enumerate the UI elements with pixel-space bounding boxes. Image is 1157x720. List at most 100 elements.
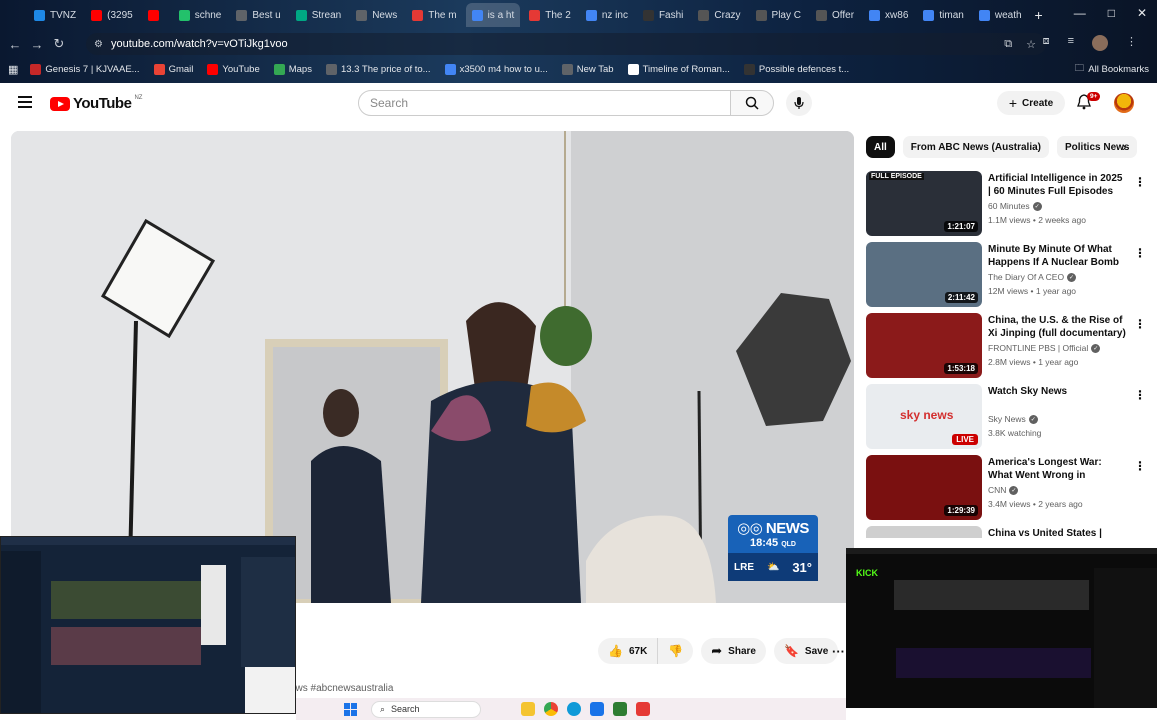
more-options-icon[interactable]: ⋮ [1134,246,1146,260]
bookmark-item[interactable]: Genesis 7 | KJVAAE... [30,63,140,75]
bookmark-star-icon[interactable]: ☆ [1026,38,1036,51]
all-bookmarks-button[interactable]: 🗀 All Bookmarks [1075,61,1149,77]
bookmark-item[interactable]: 13.3 The price of to... [325,63,431,75]
browser-tab[interactable] [142,3,170,27]
dislike-button[interactable]: 👎 [658,638,693,664]
voice-search-button[interactable] [786,90,812,116]
video-title[interactable]: China, the U.S. & the Rise of Xi Jinping… [988,314,1128,341]
profile-avatar[interactable] [1092,35,1108,51]
share-button[interactable]: ➦ Share [701,638,766,664]
chevron-right-icon[interactable]: › [1122,139,1126,154]
new-tab-button[interactable]: + [1035,7,1043,23]
back-button[interactable]: ← [4,37,26,52]
address-bar[interactable]: ⚙ youtube.com/watch?v=vOTiJkg1voo ⧉ ☆ [86,33,1046,55]
browser-tab[interactable]: nz inc [580,3,634,27]
browser-tab[interactable]: News [350,3,403,27]
channel-name[interactable]: CNN ✓ [988,485,1019,495]
browser-tab[interactable]: Offer [810,3,860,27]
video-title[interactable]: China vs United States | Behind [988,527,1128,538]
bookmark-item[interactable]: Maps [273,63,312,75]
browser-tab[interactable]: Fashi [637,3,689,27]
video-title[interactable]: Watch Sky News [988,385,1128,398]
channel-name[interactable]: FRONTLINE PBS | Official ✓ [988,343,1101,353]
recommended-video[interactable]: China vs United States | Behind [866,526,1151,538]
more-actions-button[interactable]: ··· [832,644,845,659]
search-input[interactable]: Search [358,90,731,116]
filter-chip[interactable]: From ABC News (Australia) [902,136,1049,158]
chrome-menu-icon[interactable]: ⋮ [1126,35,1137,51]
browser-tab[interactable]: (3295 [85,3,139,27]
mail-icon[interactable] [613,702,627,716]
like-button[interactable]: 👍 67K [598,638,659,664]
video-thumbnail[interactable]: 2:11:42 [866,242,982,307]
video-title[interactable]: Artificial Intelligence in 2025 | 60 Min… [988,172,1128,198]
channel-name[interactable]: Sky News ✓ [988,414,1038,424]
browser-tab[interactable]: The 2 [523,3,577,27]
edge-icon[interactable] [567,702,581,716]
casino-stream-overlay[interactable] [0,536,296,714]
video-thumbnail[interactable]: 1:53:18 [866,313,982,378]
taskbar-search[interactable]: ⌕ Search [371,700,481,718]
forward-button[interactable]: → [26,37,48,52]
recommended-video[interactable]: 2:11:42 Minute By Minute Of What Happens … [866,242,1151,308]
video-thumbnail[interactable]: sky news LIVE [866,384,982,449]
store-icon[interactable] [590,702,604,716]
recommended-video[interactable]: 1:53:18 China, the U.S. & the Rise of Xi … [866,313,1151,379]
browser-tab[interactable]: weath [973,3,1028,27]
browser-tab[interactable]: Best u [230,3,286,27]
search-button[interactable] [730,90,774,116]
extensions-icon[interactable]: ⧈ [1043,35,1050,51]
browser-tab[interactable]: xw86 [863,3,914,27]
video-description-hashtag[interactable]: ews #abcnewsaustralia [290,683,393,694]
apps-grid-icon[interactable]: ▦ [8,63,18,76]
browser-tab[interactable]: timan [917,3,969,27]
menu-icon[interactable] [18,96,32,108]
reload-button[interactable]: ↻ [48,36,70,52]
bookmark-item[interactable]: Gmail [153,63,193,75]
install-app-icon[interactable]: ⧉ [1004,38,1012,51]
bookmark-item[interactable]: x3500 m4 how to u... [444,63,548,75]
more-options-icon[interactable]: ⋮ [1134,175,1146,189]
filter-chip[interactable]: All [866,136,895,158]
video-thumbnail[interactable]: 1:29:39 [866,455,982,520]
file-explorer-icon[interactable] [521,702,535,716]
create-button[interactable]: + Create [997,91,1065,115]
video-title[interactable]: America's Longest War: What Went Wrong i… [988,456,1128,483]
video-player[interactable]: ◎◎ NEWS 18:45 QLD LRE ⛅ 31° [11,131,854,603]
bookmark-item[interactable]: YouTube [207,63,260,75]
recommended-video[interactable]: sky news LIVE Watch Sky News Sky News ✓ 3.8K … [866,384,1151,450]
youtube-logo[interactable]: YouTube NZ [50,95,142,112]
bookmark-item[interactable]: Timeline of Roman... [627,63,730,75]
recommended-video[interactable]: 1:29:39 America's Longest War: What Went … [866,455,1151,521]
bookmark-item[interactable]: Possible defences t... [743,63,849,75]
bookmark-item[interactable]: New Tab [561,63,614,75]
browser-tab[interactable]: Crazy [692,3,746,27]
video-title[interactable]: Minute By Minute Of What Happens If A Nu… [988,243,1128,270]
browser-tab[interactable]: TVNZ [28,3,82,27]
save-button[interactable]: 🔖 Save [773,638,839,664]
windows-taskbar: ⌕ Search [296,698,846,720]
windows-start-icon[interactable] [344,702,357,716]
channel-name[interactable]: 60 Minutes ✓ [988,201,1042,211]
maximize-button[interactable]: □ [1108,6,1115,20]
app-icon[interactable] [636,702,650,716]
video-thumbnail[interactable]: FULL EPISODE 1:21:07 [866,171,982,236]
close-window-button[interactable]: ✕ [1137,6,1147,20]
more-options-icon[interactable]: ⋮ [1134,388,1146,402]
kick-stream-overlay[interactable]: KICK [846,548,1157,708]
profile-icon[interactable]: ≡ [1068,35,1074,51]
user-avatar[interactable] [1114,93,1134,113]
more-options-icon[interactable]: ⋮ [1134,317,1146,331]
video-thumbnail[interactable] [866,526,982,538]
minimize-button[interactable]: — [1074,6,1086,20]
recommended-video[interactable]: FULL EPISODE 1:21:07 Artificial Intelligen… [866,171,1151,237]
browser-tab[interactable]: is a ht [465,3,521,27]
site-info-icon[interactable]: ⚙ [94,39,103,50]
more-options-icon[interactable]: ⋮ [1134,459,1146,473]
browser-tab[interactable]: The m [406,3,462,27]
browser-tab[interactable]: Strean [290,3,347,27]
channel-name[interactable]: The Diary Of A CEO ✓ [988,272,1077,282]
chrome-icon[interactable] [544,702,558,716]
browser-tab[interactable]: Play C [750,3,807,27]
browser-tab[interactable]: schne [173,3,228,27]
